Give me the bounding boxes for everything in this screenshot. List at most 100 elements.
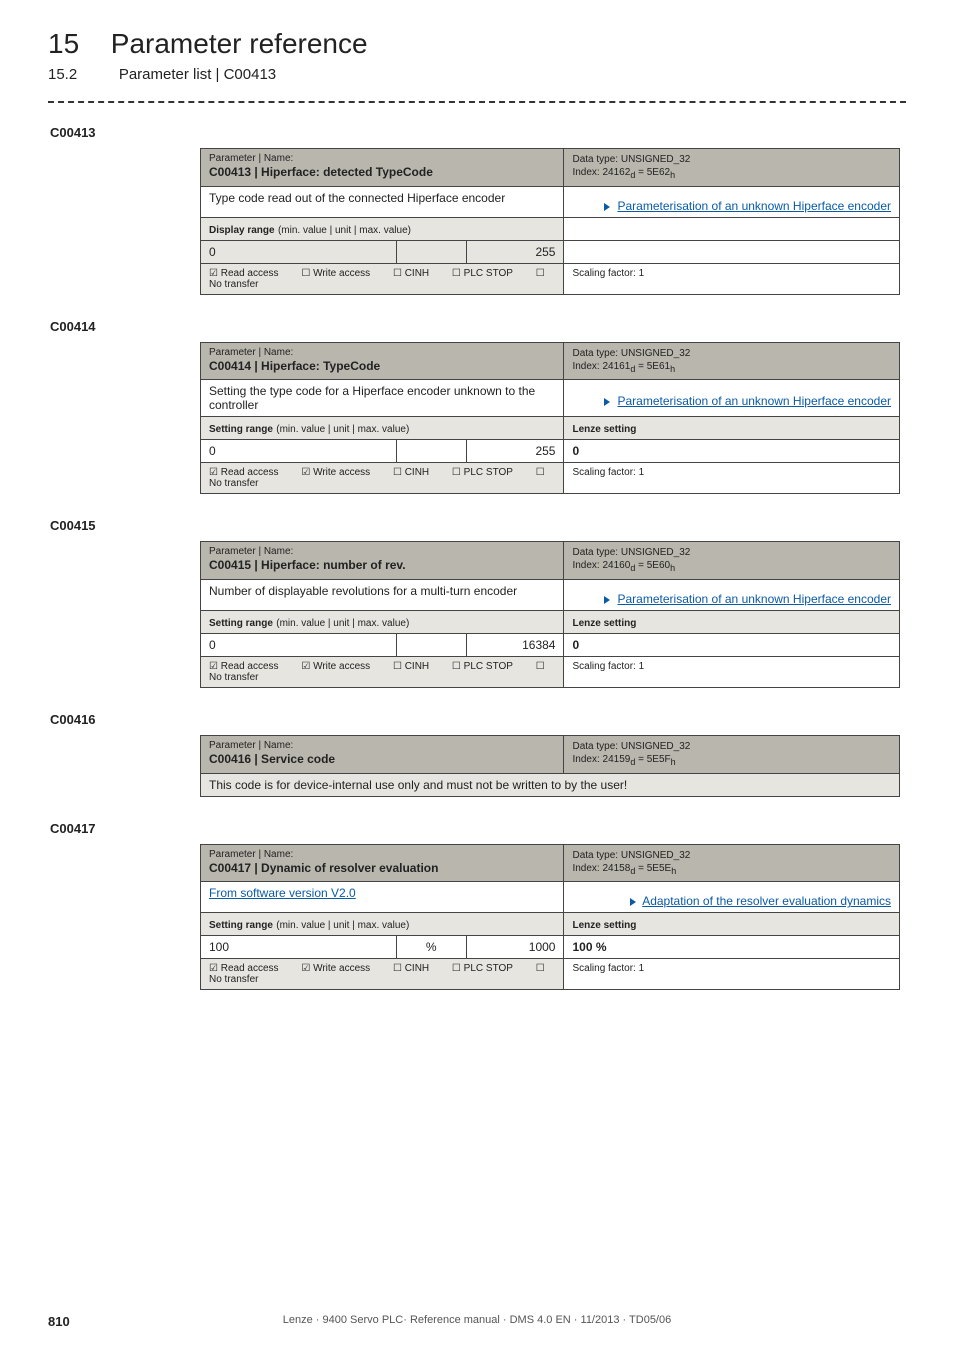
table-row: 0 255 0 (201, 440, 900, 463)
param-table-c00414: Parameter | Name: C00414 | Hiperface: Ty… (200, 342, 900, 495)
param-description-link[interactable]: Parameterisation of an unknown Hiperface… (618, 394, 892, 408)
index-label: Index: (572, 167, 599, 178)
param-table-c00416: Parameter | Name: C00416 | Service code … (200, 735, 900, 797)
display-range-header: Display range (min. value | unit | max. … (201, 217, 564, 240)
param-link-cell: Adaptation of the resolver evaluation dy… (564, 890, 900, 913)
param-datatype-cell: Data type: UNSIGNED_32 Index: 24159d = 5… (564, 736, 900, 774)
param-description-link[interactable]: Parameterisation of an unknown Hiperface… (618, 592, 892, 606)
param-header-cell: Parameter | Name: C00413 | Hiperface: de… (201, 149, 564, 187)
important-note: This code is for device-internal use onl… (201, 773, 900, 796)
scaling-cell: Scaling factor: 1 (564, 263, 900, 294)
param-description-link[interactable]: Adaptation of the resolver evaluation dy… (642, 894, 891, 908)
param-description: Setting the type code for a Hiperface en… (201, 380, 564, 417)
lenze-value: 0 (564, 634, 900, 657)
parameter-name-label: Parameter | Name: (209, 153, 555, 164)
param-header-cell: Parameter | Name: C00415 | Hiperface: nu… (201, 542, 564, 580)
param-table-c00417: Parameter | Name: C00417 | Dynamic of re… (200, 844, 900, 991)
param-link-cell: Parameterisation of an unknown Hiperface… (564, 390, 900, 417)
param-title: C00413 | Hiperface: detected TypeCode (209, 165, 555, 179)
table-row: 100 % 1000 100 % (201, 936, 900, 959)
range-unit (396, 634, 466, 657)
param-datatype-cell: Data type: UNSIGNED_32 Index: 24160d = 5… (564, 542, 900, 580)
triangle-icon (604, 203, 610, 211)
table-row: Parameter | Name: C00413 | Hiperface: de… (201, 149, 900, 187)
table-row: ☑ Read access ☑ Write access ☐ CINH ☐ PL… (201, 463, 900, 494)
setting-range-header: Setting range (min. value | unit | max. … (201, 913, 564, 936)
param-datatype-cell: Data type: UNSIGNED_32 Index: 24161d = 5… (564, 342, 900, 380)
table-row: Parameter | Name: C00414 | Hiperface: Ty… (201, 342, 900, 380)
range-max: 255 (466, 440, 564, 463)
scaling-cell: Scaling factor: 1 (564, 463, 900, 494)
index-dec: 24162 (603, 167, 631, 178)
lenze-value: 100 % (564, 936, 900, 959)
table-row: Setting range (min. value | unit | max. … (201, 913, 900, 936)
triangle-icon (630, 898, 636, 906)
data-type-value: UNSIGNED_32 (621, 154, 690, 165)
table-row: Parameter | Name: C00416 | Service code … (201, 736, 900, 774)
table-row: Parameter | Name: C00417 | Dynamic of re… (201, 844, 900, 882)
access-flags: ☑ Read access ☑ Write access ☐ CINH ☐ PL… (201, 657, 564, 688)
lenze-value: 0 (564, 440, 900, 463)
param-table-c00415: Parameter | Name: C00415 | Hiperface: nu… (200, 541, 900, 688)
access-flags: ☑ Read access ☑ Write access ☐ CINH ☐ PL… (201, 463, 564, 494)
range-unit (396, 240, 466, 263)
param-datatype-cell: Data type: UNSIGNED_32 Index: 24162d = 5… (564, 149, 900, 187)
table-row: ☑ Read access ☑ Write access ☐ CINH ☐ PL… (201, 959, 900, 990)
triangle-icon (604, 398, 610, 406)
table-row: ☑ Read access ☐ Write access ☐ CINH ☐ PL… (201, 263, 900, 294)
chapter-number: 15 (48, 28, 79, 60)
param-code-heading: C00416 (48, 712, 906, 727)
param-code-heading: C00417 (48, 821, 906, 836)
table-row: Display range (min. value | unit | max. … (201, 217, 900, 240)
setting-range-header: Setting range (min. value | unit | max. … (201, 611, 564, 634)
access-flags: ☑ Read access ☑ Write access ☐ CINH ☐ PL… (201, 959, 564, 990)
param-title: C00417 | Dynamic of resolver evaluation (209, 861, 555, 875)
table-row: 0 255 (201, 240, 900, 263)
param-description-link[interactable]: Parameterisation of an unknown Hiperface… (618, 199, 892, 213)
range-min: 0 (201, 634, 397, 657)
range-suffix: (min. value | unit | max. value) (278, 225, 411, 236)
section-number: 15.2 (48, 66, 77, 83)
param-link-cell: Parameterisation of an unknown Hiperface… (564, 588, 900, 611)
range-min: 100 (201, 936, 397, 959)
param-description: Type code read out of the connected Hipe… (201, 186, 564, 217)
table-row: Type code read out of the connected Hipe… (201, 186, 900, 195)
range-kind-label: Display range (209, 225, 275, 236)
table-row: ☑ Read access ☑ Write access ☐ CINH ☐ PL… (201, 657, 900, 688)
param-datatype-cell: Data type: UNSIGNED_32 Index: 24158d = 5… (564, 844, 900, 882)
range-min: 0 (201, 240, 397, 263)
table-row: From software version V2.0 (201, 882, 900, 891)
page-header: 15 Parameter reference 15.2 Parameter li… (48, 28, 906, 83)
table-row: Setting range (min. value | unit | max. … (201, 611, 900, 634)
lenze-setting-header: Lenze setting (564, 417, 900, 440)
table-row: This code is for device-internal use onl… (201, 773, 900, 796)
scaling-cell: Scaling factor: 1 (564, 959, 900, 990)
param-title: C00415 | Hiperface: number of rev. (209, 558, 555, 572)
chapter-title: Parameter reference (111, 28, 368, 60)
param-code-heading: C00413 (48, 125, 906, 140)
data-type-label: Data type: (572, 154, 618, 165)
param-code-heading: C00414 (48, 319, 906, 334)
param-link-cell: Parameterisation of an unknown Hiperface… (564, 195, 900, 218)
triangle-icon (604, 596, 610, 604)
range-max: 16384 (466, 634, 564, 657)
lenze-setting-header: Lenze setting (564, 913, 900, 936)
range-unit (396, 440, 466, 463)
table-row: Parameter | Name: C00415 | Hiperface: nu… (201, 542, 900, 580)
access-flags: ☑ Read access ☐ Write access ☐ CINH ☐ PL… (201, 263, 564, 294)
param-code-heading: C00415 (48, 518, 906, 533)
param-description: From software version V2.0 (201, 882, 564, 913)
range-max: 1000 (466, 936, 564, 959)
param-description: Number of displayable revolutions for a … (201, 580, 564, 611)
page-root: 15 Parameter reference 15.2 Parameter li… (0, 0, 954, 1369)
range-min: 0 (201, 440, 397, 463)
param-table-c00413: Parameter | Name: C00413 | Hiperface: de… (200, 148, 900, 295)
table-row: Setting the type code for a Hiperface en… (201, 380, 900, 390)
scaling-cell: Scaling factor: 1 (564, 657, 900, 688)
range-max: 255 (466, 240, 564, 263)
param-header-cell: Parameter | Name: C00414 | Hiperface: Ty… (201, 342, 564, 380)
table-row: Number of displayable revolutions for a … (201, 580, 900, 589)
param-title: C00414 | Hiperface: TypeCode (209, 359, 555, 373)
software-version-link[interactable]: From software version V2.0 (209, 886, 356, 900)
setting-range-header: Setting range (min. value | unit | max. … (201, 417, 564, 440)
